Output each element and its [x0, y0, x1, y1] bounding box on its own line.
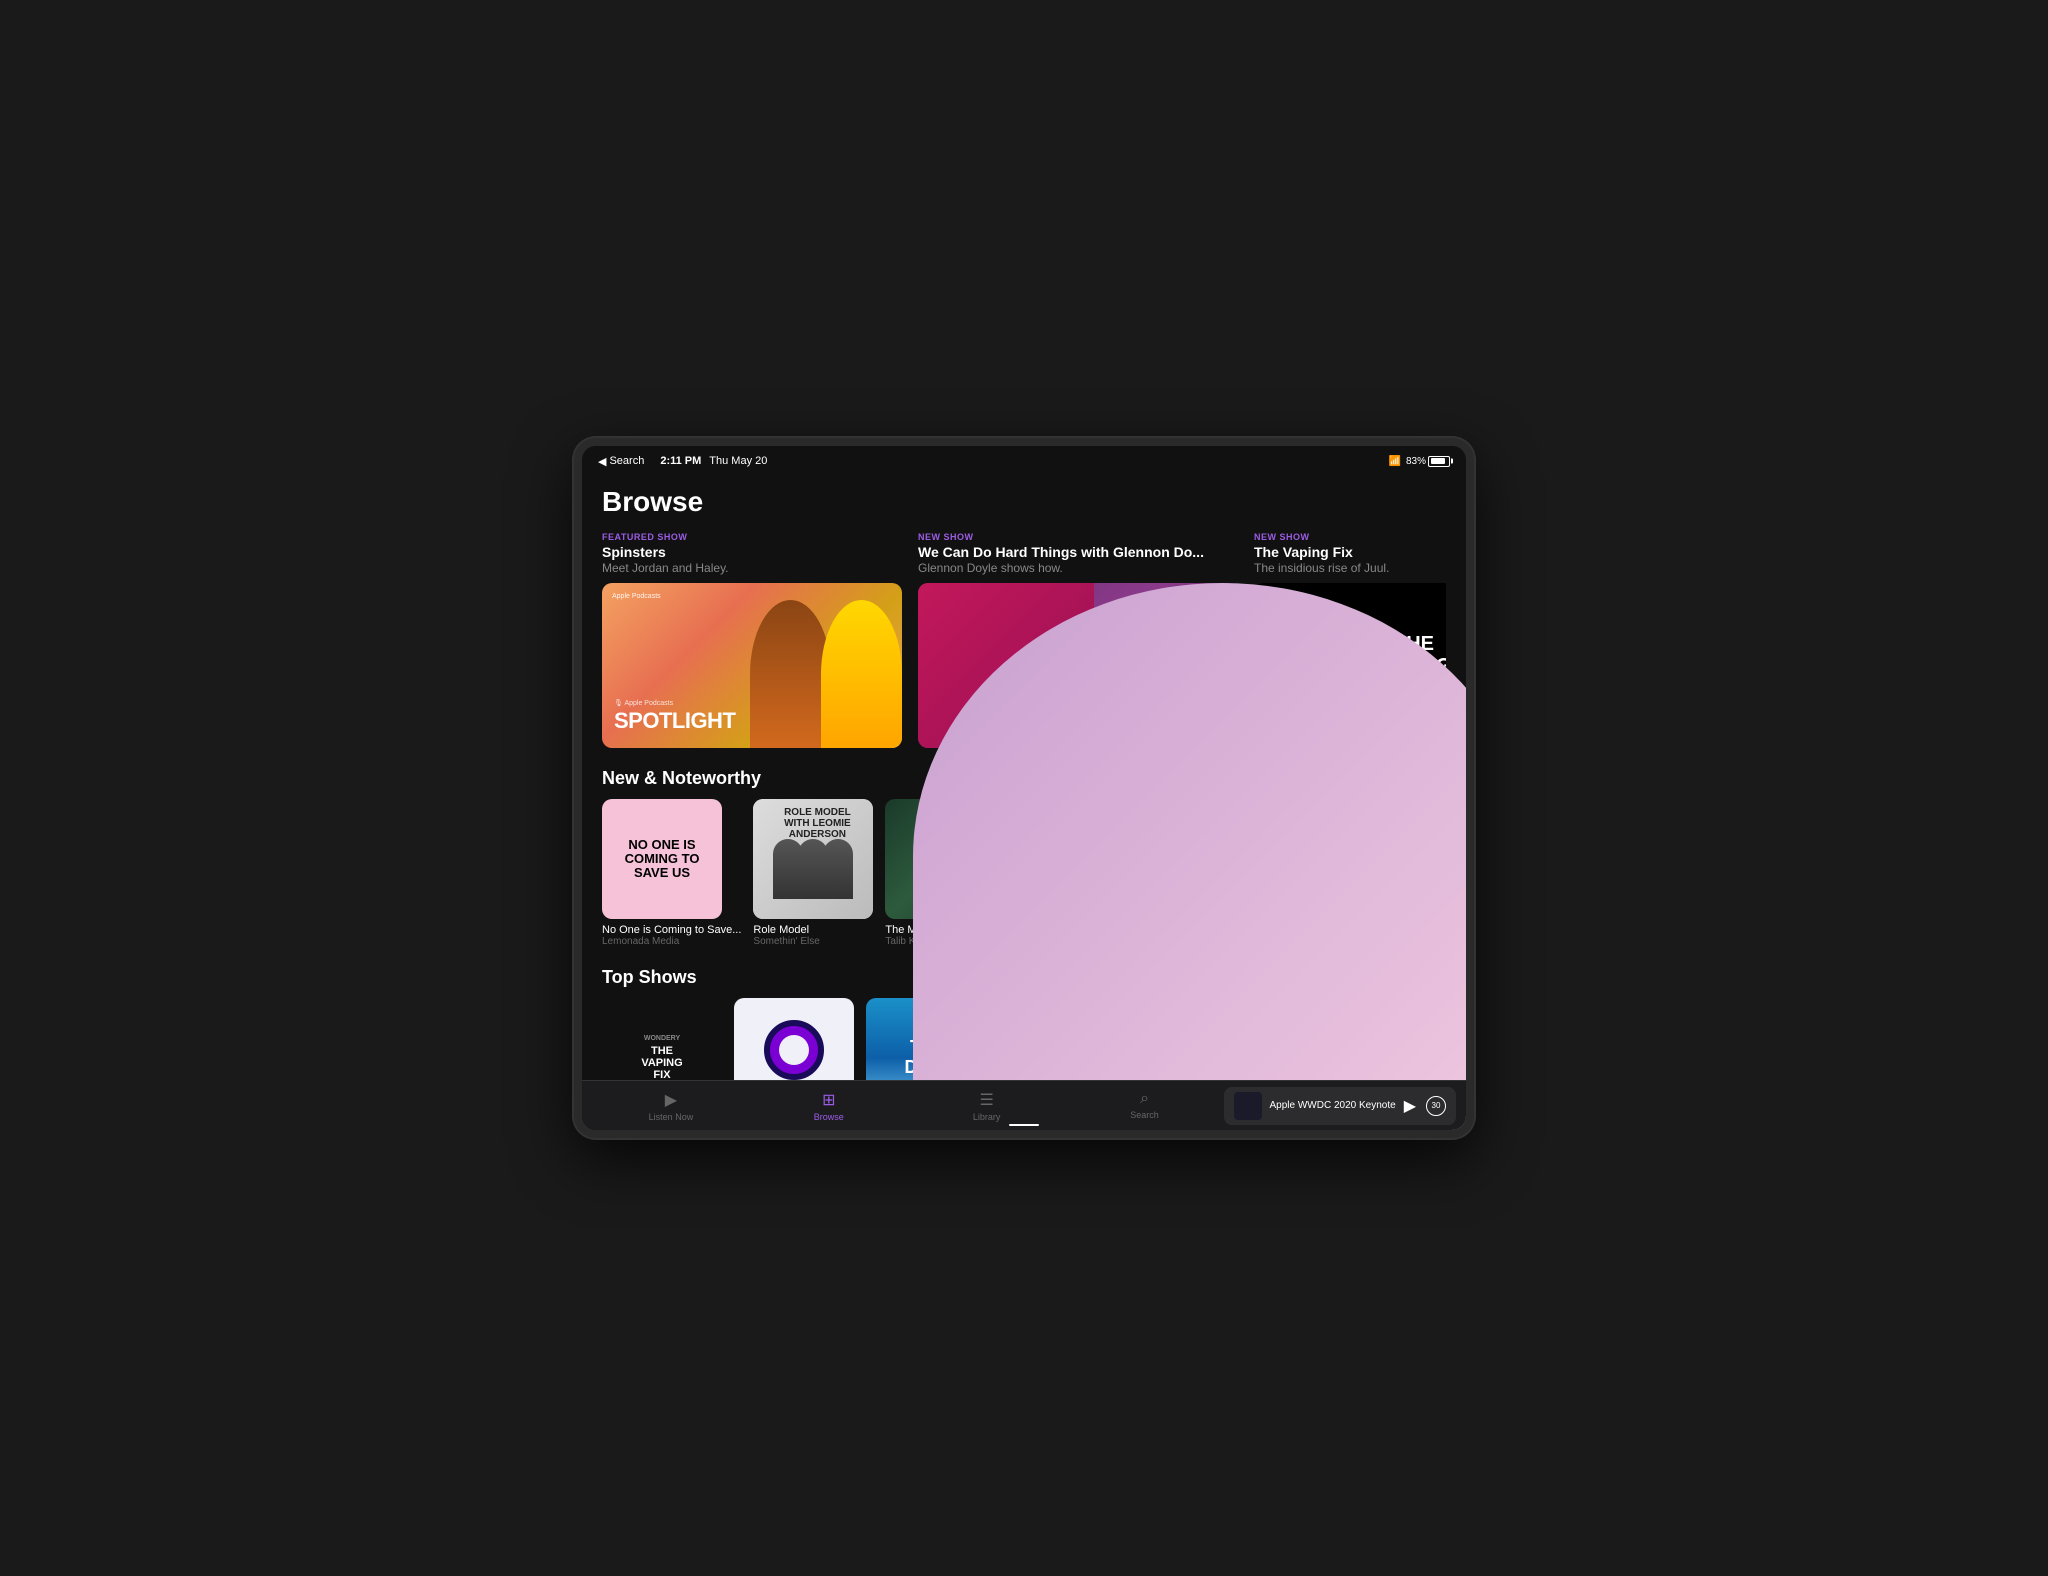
podcast-art-5 [1163, 998, 1283, 1080]
tab-search[interactable]: ⌕ Search [1066, 1090, 1224, 1122]
portrait-silhouette [1163, 998, 1283, 1080]
featured-badge-0: FEATURED SHOW [602, 532, 902, 542]
featured-subtitle-0: Meet Jordan and Haley. [602, 561, 902, 575]
browse-label: Browse [814, 1112, 844, 1122]
featured-image-spinsters: Apple Podcasts 🎙 Apple Podcasts SPOTLIGH… [602, 583, 902, 748]
page-title: Browse [602, 486, 1446, 518]
listen-now-icon: ▶ [665, 1090, 677, 1110]
battery-indicator: 83% [1406, 456, 1450, 467]
spotlight-text-container: 🎙 Apple Podcasts SPOTLIGHT [614, 699, 735, 733]
spotlight-logo: Apple Podcasts [612, 593, 661, 600]
apple-podcasts-label: Apple Podcasts [612, 593, 661, 600]
podcast-name-no-one: No One is Coming to Save... [602, 924, 741, 936]
podcast-art-vaping-top: WONDERY THE VAPING FIX [602, 998, 722, 1080]
podcast-author-role-model: Somethin' Else [753, 936, 873, 947]
spotlight-text: SPOTLIGHT [614, 709, 735, 733]
crime-junkie-symbol [764, 1020, 824, 1080]
back-label: Search [609, 455, 644, 467]
tab-library[interactable]: ☰ Library [908, 1090, 1066, 1122]
character-1 [750, 600, 831, 749]
spotlight-characters [722, 583, 902, 748]
featured-title-2: The Vaping Fix [1254, 544, 1446, 560]
podcast-name-role-model: Role Model [753, 924, 873, 936]
featured-badge-2: NEW SHOW [1254, 532, 1446, 542]
silhouette-3 [823, 839, 853, 899]
crime-junkie-art: CRIME JUNKIE [734, 998, 854, 1080]
featured-title-1: We Can Do Hard Things with Glennon Do... [918, 544, 1238, 560]
library-label: Library [973, 1112, 1001, 1122]
battery-fill [1431, 458, 1445, 464]
wifi-icon: 📶 [1389, 456, 1401, 467]
role-model-inner: ROLE MODEL WITH LEOMIE ANDERSON [753, 799, 873, 919]
tab-bar: ▶ Listen Now ⊞ Browse ☰ Library ⌕ Search… [582, 1080, 1466, 1130]
now-playing-title: Apple WWDC 2020 Keynote [1270, 1100, 1396, 1111]
library-icon: ☰ [980, 1090, 994, 1110]
featured-spinsters[interactable]: FEATURED SHOW Spinsters Meet Jordan and … [602, 532, 902, 748]
now-playing-controls: ▶ 30 [1404, 1096, 1446, 1116]
podcast-art-no-one: NO ONE IS COMING TO SAVE US [602, 799, 722, 919]
apple-podcasts-text: 🎙 Apple Podcasts [614, 699, 735, 707]
podcast-art-role-model: ROLE MODEL WITH LEOMIE ANDERSON [753, 799, 873, 919]
no-one-text: NO ONE IS COMING TO SAVE US [625, 838, 700, 881]
battery-percent: 83% [1406, 456, 1426, 467]
play-pause-button[interactable]: ▶ [1404, 1096, 1416, 1116]
new-noteworthy-title: New & Noteworthy [602, 768, 761, 789]
vaping-top-brand: WONDERY [644, 1035, 680, 1042]
crime-junkie-inner [779, 1035, 809, 1065]
role-model-silhouettes [773, 839, 853, 899]
battery-bar [1428, 456, 1450, 467]
podcast-author-no-one: Lemonada Media [602, 936, 741, 947]
skip-button[interactable]: 30 [1426, 1096, 1446, 1116]
status-time: 2:11 PM [660, 455, 701, 467]
vaping-top-text: THE VAPING FIX [641, 1045, 682, 1080]
status-bar: ◀ Search 2:11 PM Thu May 20 📶 83% [582, 446, 1466, 474]
now-playing-bar[interactable]: Apple WWDC 2020 Keynote ▶ 30 [1224, 1087, 1456, 1125]
spotlight-card: Apple Podcasts 🎙 Apple Podcasts SPOTLIGH… [602, 583, 902, 748]
podcast-vaping-top[interactable]: WONDERY THE VAPING FIX The Vaping Fix Wo… [602, 998, 722, 1080]
now-playing-art [1234, 1092, 1262, 1120]
back-button[interactable]: ◀ Search [598, 455, 644, 468]
back-chevron: ◀ [598, 455, 606, 468]
browse-icon: ⊞ [822, 1090, 835, 1110]
search-icon: ⌕ [1140, 1090, 1149, 1108]
podcast-item-5[interactable] [1163, 998, 1283, 1080]
status-right: 📶 83% [1389, 456, 1450, 467]
top-shows-title: Top Shows [602, 967, 697, 988]
podcast-crime-junkie[interactable]: CRIME JUNKIE Crime Junkie [734, 998, 854, 1080]
podcast-art-crime-junkie: CRIME JUNKIE [734, 998, 854, 1080]
featured-subtitle-1: Glennon Doyle shows how. [918, 561, 1238, 575]
status-date: Thu May 20 [709, 455, 767, 467]
featured-subtitle-2: The insidious rise of Juul. [1254, 561, 1446, 575]
role-model-text: ROLE MODEL WITH LEOMIE ANDERSON [761, 807, 873, 840]
ipad-frame: ◀ Search 2:11 PM Thu May 20 📶 83% Browse… [574, 438, 1474, 1138]
featured-title-0: Spinsters [602, 544, 902, 560]
status-left: ◀ Search 2:11 PM Thu May 20 [598, 455, 767, 468]
home-indicator [1009, 1124, 1039, 1126]
character-2 [821, 600, 902, 749]
podcast-role-model[interactable]: ROLE MODEL WITH LEOMIE ANDERSON Role Mod… [753, 799, 873, 947]
listen-now-label: Listen Now [649, 1112, 694, 1122]
tab-left: ▶ Listen Now ⊞ Browse ☰ Library ⌕ Search [592, 1090, 1224, 1122]
content-area: Browse FEATURED SHOW Spinsters Meet Jord… [582, 474, 1466, 1080]
podcast-no-one[interactable]: NO ONE IS COMING TO SAVE US No One is Co… [602, 799, 741, 947]
featured-badge-1: NEW SHOW [918, 532, 1238, 542]
tab-listen-now[interactable]: ▶ Listen Now [592, 1090, 750, 1122]
search-label: Search [1130, 1110, 1159, 1120]
tab-browse[interactable]: ⊞ Browse [750, 1090, 908, 1122]
top-shows-row: WONDERY THE VAPING FIX The Vaping Fix Wo… [602, 998, 1446, 1080]
